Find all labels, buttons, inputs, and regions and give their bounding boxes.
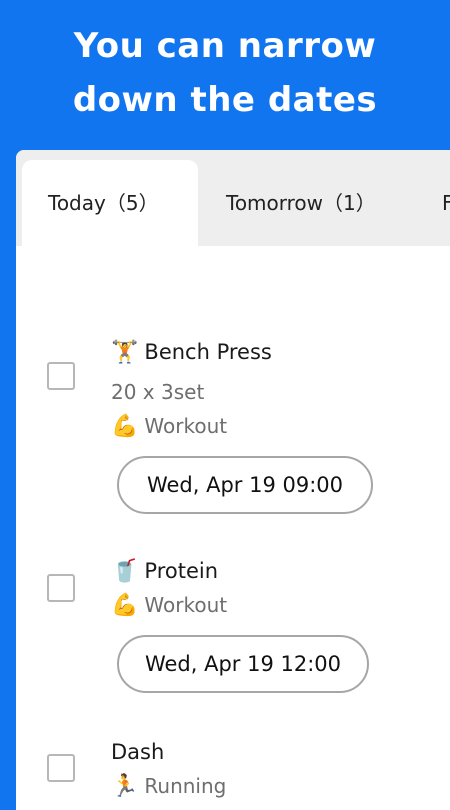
- app-screen: Today（5） Tomorrow（1） F 🏋️ Bench Press 20 …: [16, 150, 450, 810]
- promo-headline-line-2: down the dates: [72, 80, 378, 120]
- promo-header: You can narrow down the dates: [0, 0, 450, 150]
- task-category-label: Running: [144, 774, 227, 798]
- task-title: Dash: [111, 740, 165, 764]
- task-date-button[interactable]: Wed, Apr 19 09:00: [117, 456, 373, 514]
- date-tabs: Today（5） Tomorrow（1） F: [16, 150, 450, 246]
- task-date-button[interactable]: Wed, Apr 19 12:00: [117, 635, 369, 693]
- runner-icon: 🏃: [111, 774, 139, 799]
- task-category: 🏃 Running: [111, 774, 226, 799]
- weightlifter-icon: 🏋️: [111, 340, 139, 365]
- task-category: 💪 Workout: [111, 593, 227, 618]
- tab-future[interactable]: F: [442, 160, 450, 246]
- task-title: Bench Press: [144, 340, 272, 364]
- tab-tomorrow[interactable]: Tomorrow（1）: [226, 160, 376, 246]
- flexed-biceps-icon: 💪: [111, 593, 139, 618]
- task-title: Protein: [144, 559, 219, 583]
- task-category: 💪 Workout: [111, 414, 227, 439]
- task-checkbox[interactable]: [47, 362, 75, 390]
- flexed-biceps-icon: 💪: [111, 414, 139, 439]
- beverage-cup-icon: 🥤: [111, 559, 139, 584]
- promo-headline-line-1: You can narrow: [73, 26, 377, 66]
- task-checkbox[interactable]: [47, 754, 75, 782]
- task-category-label: Workout: [144, 593, 228, 617]
- task-category-label: Workout: [144, 414, 228, 438]
- task-checkbox[interactable]: [47, 574, 75, 602]
- task-detail: 20 x 3set: [111, 380, 205, 404]
- task-title-row: 🥤 Protein: [111, 559, 218, 584]
- tab-today[interactable]: Today（5）: [22, 160, 198, 246]
- task-title-row: 🏋️ Bench Press: [111, 340, 272, 365]
